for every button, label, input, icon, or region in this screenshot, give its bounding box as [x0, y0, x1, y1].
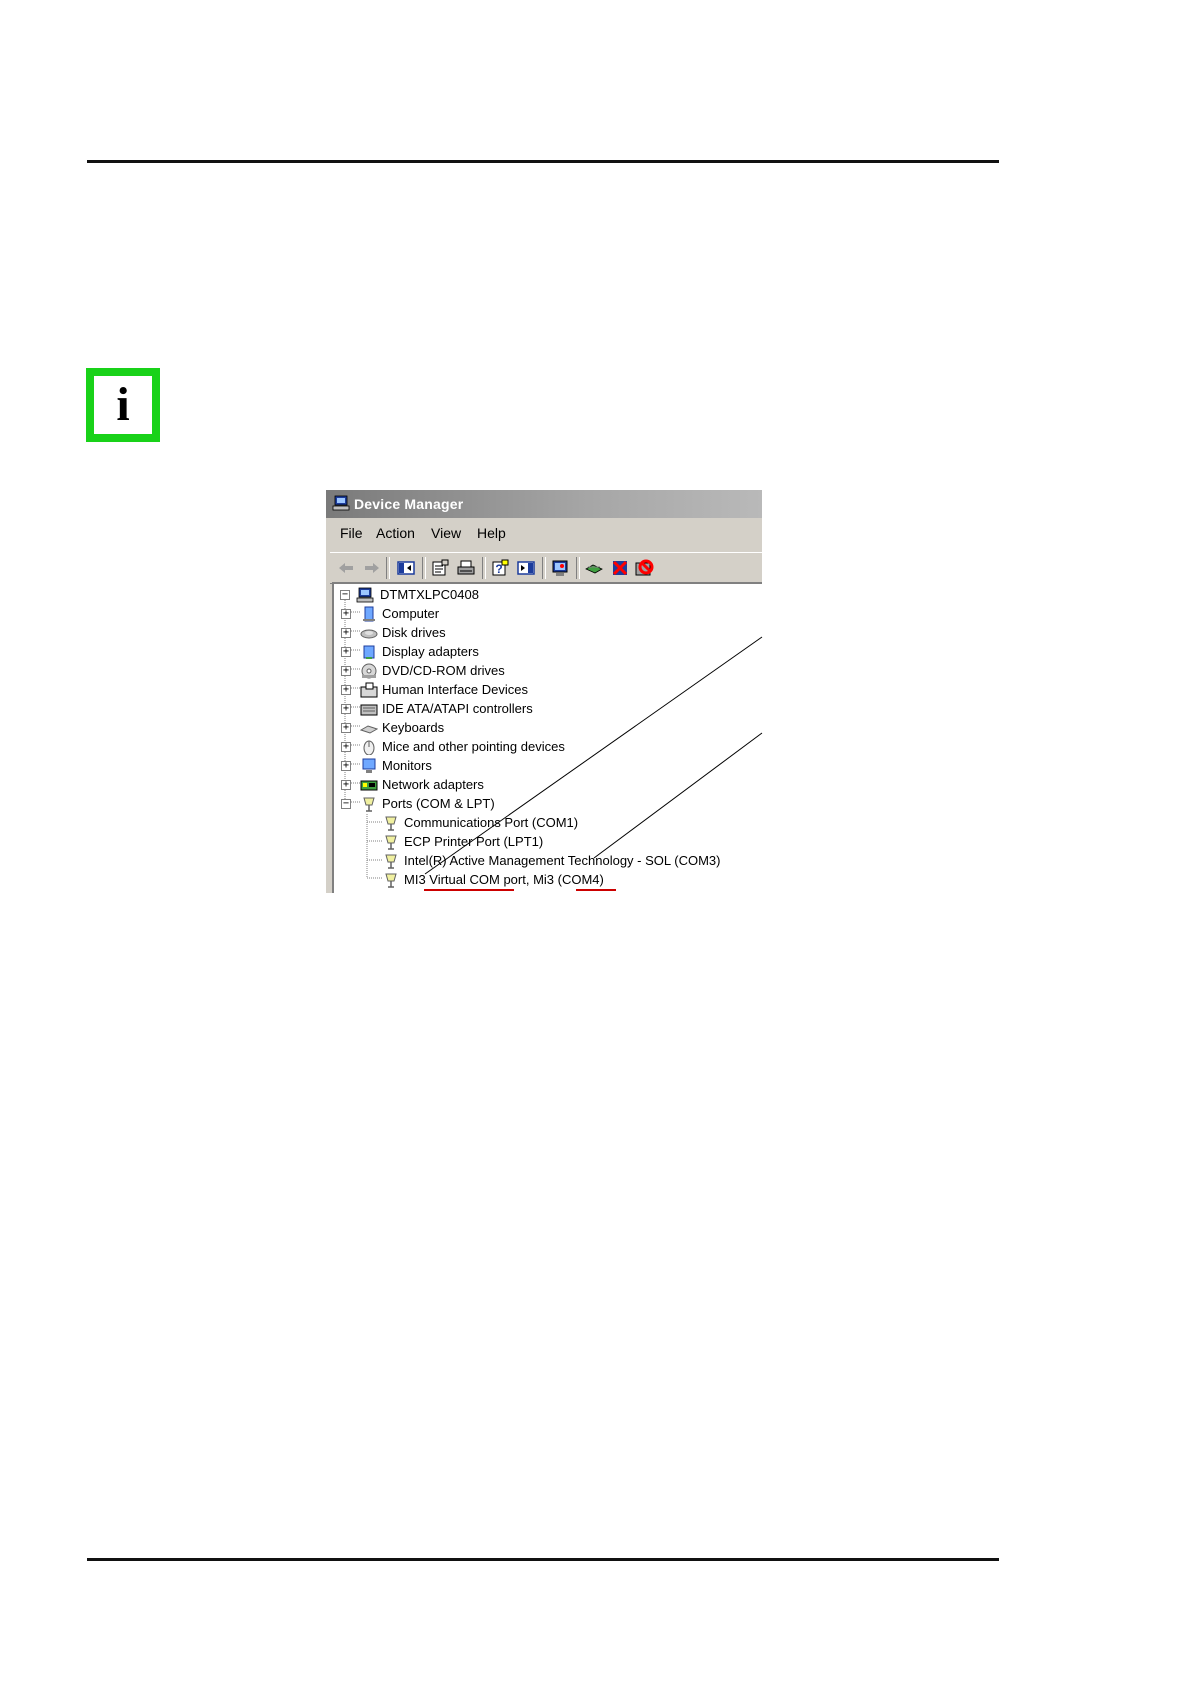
window-title: Device Manager: [354, 496, 464, 512]
port-icon: [363, 797, 375, 812]
device-tree: − DTMTXLPC0408 + Computer + Disk drives + Dis…: [332, 582, 762, 893]
show-hide-tree-icon[interactable]: [396, 559, 416, 577]
tree-port-label: Communications Port (COM1): [404, 815, 579, 830]
computer-icon: [363, 606, 375, 622]
tree-category-label: Monitors: [382, 758, 432, 773]
keyboard-icon: [360, 725, 378, 734]
dvd-drive-icon: [361, 663, 377, 679]
expand-box[interactable]: +: [341, 780, 351, 790]
expand-box[interactable]: +: [341, 704, 351, 714]
tree-category-label: DVD/CD-ROM drives: [382, 663, 505, 678]
port-icon: [385, 816, 397, 831]
top-rule: [87, 160, 999, 163]
tree-port-label: Intel(R) Active Management Technology - …: [404, 853, 721, 868]
tree-category-label: Network adapters: [382, 777, 484, 792]
show-hide-action-pane-icon[interactable]: [516, 559, 536, 577]
expand-box[interactable]: +: [341, 666, 351, 676]
expand-box[interactable]: +: [341, 647, 351, 657]
bottom-rule: [87, 1558, 999, 1561]
expand-box[interactable]: +: [341, 761, 351, 771]
display-adapter-icon: [363, 645, 375, 659]
expand-box[interactable]: +: [341, 609, 351, 619]
tree-port-label: MI3 Virtual COM port, Mi3 (COM4): [404, 872, 604, 887]
back-arrow-icon[interactable]: [336, 559, 356, 577]
menu-action[interactable]: Action: [376, 525, 415, 541]
update-driver-icon[interactable]: [584, 559, 604, 577]
title-bar: Device Manager: [326, 490, 762, 518]
tree-category-label: Human Interface Devices: [382, 682, 528, 697]
port-icon: [385, 873, 397, 888]
hid-icon: [360, 682, 378, 698]
info-icon: i: [86, 368, 160, 442]
disable-icon[interactable]: [634, 559, 654, 577]
menu-bar: File Action View Help: [326, 521, 762, 547]
device-manager-window: Device Manager File Action View Help ? −…: [324, 488, 762, 893]
tree-category-label: Mice and other pointing devices: [382, 739, 565, 754]
disk-drive-icon: [360, 629, 378, 639]
uninstall-icon[interactable]: [610, 559, 630, 577]
print-icon[interactable]: [456, 559, 476, 577]
port-icon: [385, 835, 397, 850]
collapse-box[interactable]: −: [341, 799, 351, 809]
menu-view[interactable]: View: [431, 525, 461, 541]
expand-box[interactable]: +: [341, 685, 351, 695]
tree-category-label: Display adapters: [382, 644, 479, 659]
expand-box[interactable]: +: [341, 628, 351, 638]
tree-category-label: Computer: [382, 606, 440, 621]
expand-box[interactable]: +: [341, 742, 351, 752]
mouse-icon: [363, 740, 375, 755]
help-icon[interactable]: ?: [490, 559, 510, 577]
toolbar: ?: [330, 552, 762, 584]
forward-arrow-icon[interactable]: [362, 559, 382, 577]
port-icon: [385, 854, 397, 869]
ide-controller-icon: [360, 704, 378, 716]
scan-hardware-icon[interactable]: [550, 559, 570, 577]
device-manager-icon: [332, 495, 350, 511]
expand-box[interactable]: +: [341, 723, 351, 733]
tree-category-label: IDE ATA/ATAPI controllers: [382, 701, 533, 716]
tree-port-label: ECP Printer Port (LPT1): [404, 834, 544, 849]
tree-category-label: Ports (COM & LPT): [382, 796, 495, 811]
monitor-icon: [362, 758, 376, 773]
tree-category-label: Disk drives: [382, 625, 446, 640]
tree-category-label: Keyboards: [382, 720, 445, 735]
properties-icon[interactable]: [430, 559, 450, 577]
menu-help[interactable]: Help: [477, 525, 506, 541]
menu-file[interactable]: File: [340, 525, 363, 541]
network-adapter-icon: [360, 780, 378, 791]
